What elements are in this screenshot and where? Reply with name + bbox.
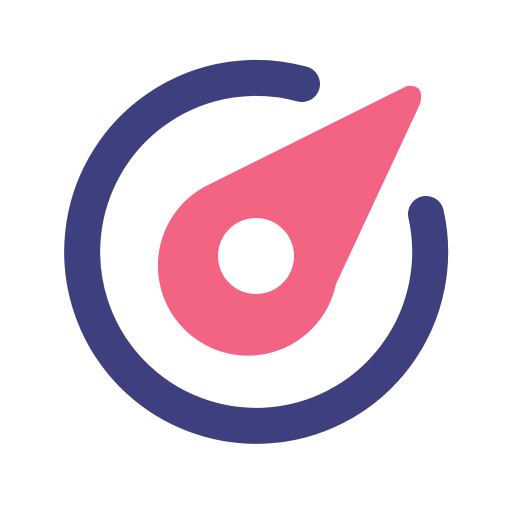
needle-pivot-hole [218, 218, 294, 294]
app-icon [0, 0, 512, 512]
speedometer-icon [64, 59, 449, 444]
gauge-needle [157, 85, 422, 356]
